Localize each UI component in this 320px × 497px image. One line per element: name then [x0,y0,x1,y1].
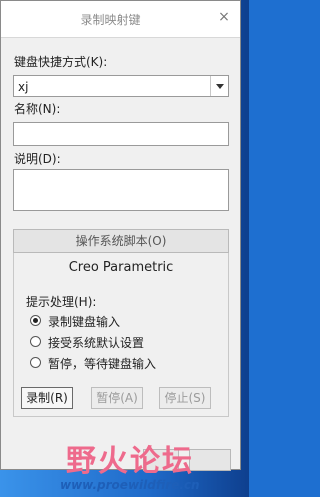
os-script-tab[interactable]: 操作系统脚本(O) [13,229,229,253]
radio-label: 接受系统默认设置 [48,336,145,350]
key-sequence-combobox[interactable]: xj [13,75,229,97]
script-group: Creo Parametric 提示处理(H): 录制键盘输入 接受系统默认设置… [13,253,229,417]
dialog-title: 录制映射键 [80,13,141,27]
title-bar: 录制映射键 × [1,1,240,38]
record-button[interactable]: 录制(R) [21,387,73,409]
key-sequence-label: 键盘快捷方式(K): [14,55,108,69]
close-icon[interactable]: × [217,9,231,25]
watermark-url: www.proewildfire.cn [60,478,200,492]
watermark-title: 野火论坛 [66,444,194,479]
prompt-handling-label: 提示处理(H): [26,295,97,309]
pause-button[interactable]: 暂停(A) [91,387,143,409]
radio-label: 暂停，等待键盘输入 [48,357,157,371]
chevron-down-icon[interactable] [210,76,228,96]
name-input[interactable] [13,122,229,146]
radio-indicator[interactable] [30,336,41,347]
description-textarea[interactable] [13,169,229,211]
name-label: 名称(N): [14,102,61,116]
radio-label: 录制键盘输入 [48,315,121,329]
app-label: Creo Parametric [68,260,174,275]
key-sequence-value: xj [18,80,29,94]
record-mapkey-dialog: 录制映射键 × 键盘快捷方式(K): xj 名称(N): 说明(D): 操作系统… [0,0,241,471]
stop-button[interactable]: 停止(S) [159,387,211,409]
radio-indicator[interactable] [30,357,41,368]
watermark-logo: 野火论坛 www.proewildfire.cn [60,436,240,494]
description-label: 说明(D): [14,152,61,166]
radio-indicator-selected[interactable] [30,315,41,326]
